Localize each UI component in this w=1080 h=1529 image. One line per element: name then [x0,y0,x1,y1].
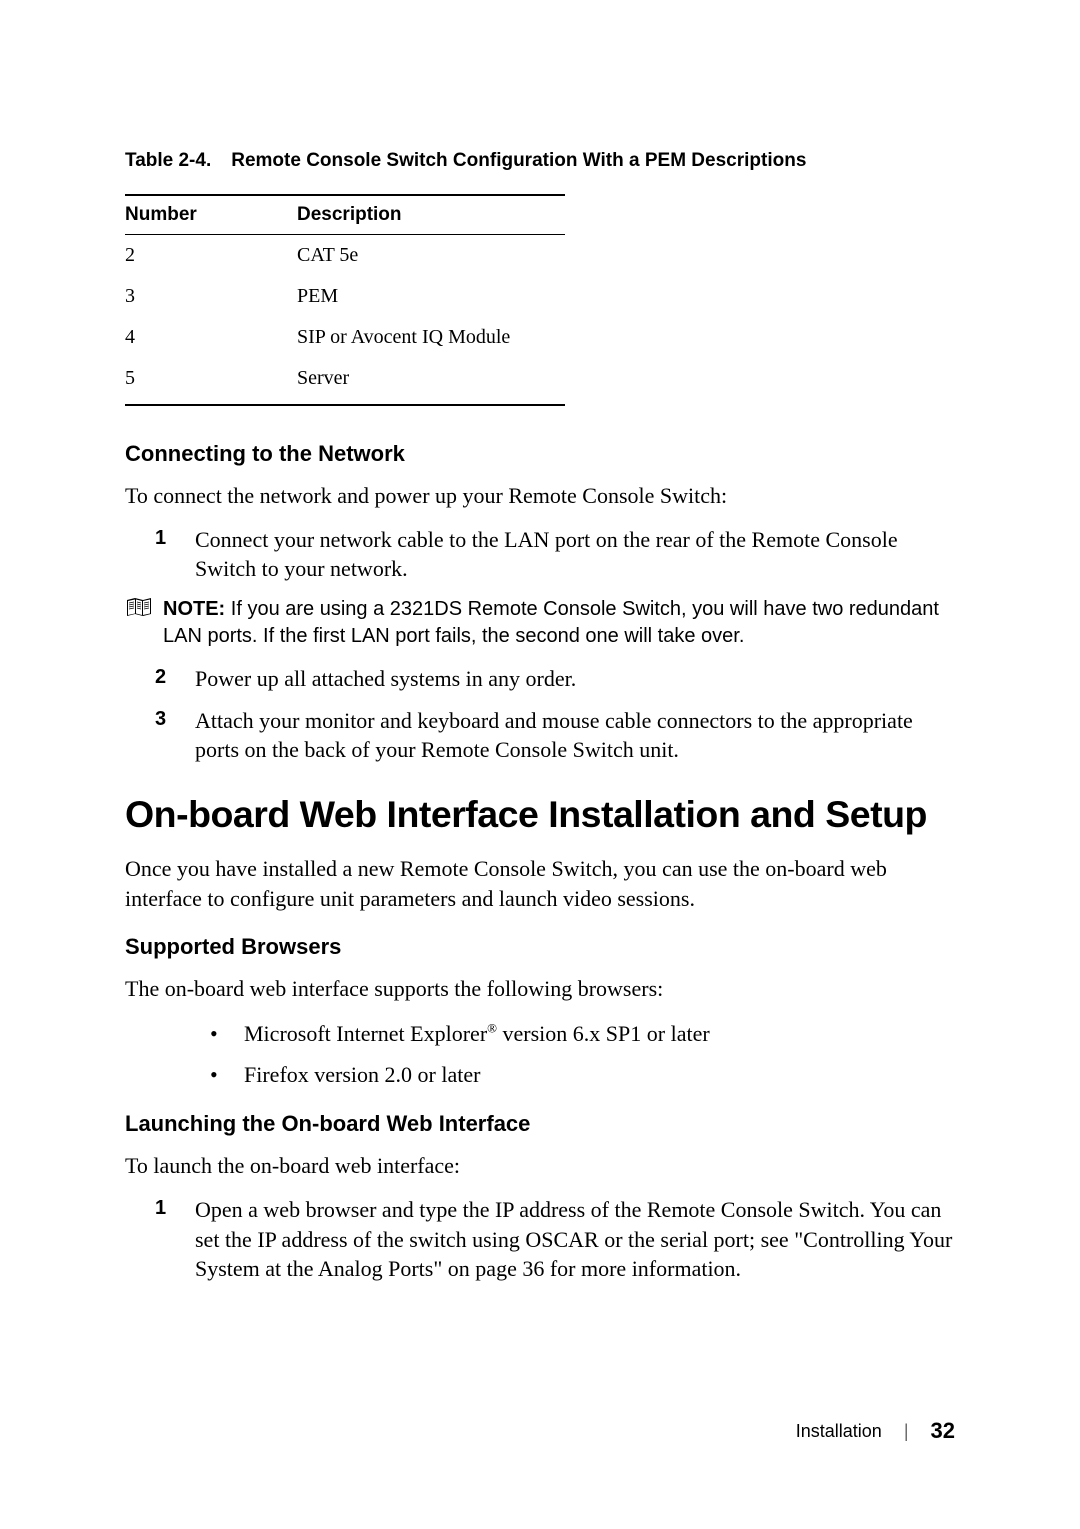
footer-divider: | [904,1421,909,1442]
heading-onboard-web-interface: On-board Web Interface Installation and … [125,793,955,836]
table-row: 5 Server [125,358,565,405]
page-content: Table 2-4. Remote Console Switch Configur… [0,0,1080,1356]
intro-supported-browsers: The on-board web interface supports the … [125,974,955,1004]
table-cell-number: 5 [125,358,297,405]
table-cell-description: SIP or Avocent IQ Module [297,317,565,358]
bullet-text: Firefox version 2.0 or later [244,1062,480,1087]
list-item: 2 Power up all attached systems in any o… [175,664,955,694]
table-header-description: Description [297,195,565,235]
table-row: 4 SIP or Avocent IQ Module [125,317,565,358]
intro-onboard-web-interface: Once you have installed a new Remote Con… [125,854,955,913]
browsers-list: Microsoft Internet Explorer® version 6.x… [210,1017,955,1091]
list-item: Microsoft Internet Explorer® version 6.x… [210,1017,955,1050]
list-item: Firefox version 2.0 or later [210,1058,955,1091]
table-row: 2 CAT 5e [125,235,565,277]
table-cell-description: Server [297,358,565,405]
table-caption: Table 2-4. Remote Console Switch Configur… [125,150,955,172]
table-cell-description: CAT 5e [297,235,565,277]
table-header-number: Number [125,195,297,235]
list-text: Connect your network cable to the LAN po… [195,527,898,582]
intro-launching-interface: To launch the on-board web interface: [125,1151,955,1181]
table-cell-number: 4 [125,317,297,358]
list-number: 1 [155,525,166,552]
list-item: 1 Open a web browser and type the IP add… [175,1195,955,1284]
table-cell-number: 2 [125,235,297,277]
note-body: If you are using a 2321DS Remote Console… [163,598,939,647]
connect-steps-list-cont: 2 Power up all attached systems in any o… [175,664,955,765]
table-number: Table 2-4. [125,150,211,172]
heading-connecting-network: Connecting to the Network [125,441,955,467]
list-item: 3 Attach your monitor and keyboard and m… [175,706,955,765]
list-number: 1 [155,1195,166,1222]
note-label: NOTE: [163,598,225,620]
list-number: 2 [155,664,166,691]
note-block: NOTE: If you are using a 2321DS Remote C… [125,596,955,650]
table-cell-number: 3 [125,276,297,317]
table-title: Remote Console Switch Configuration With… [231,150,806,171]
intro-connecting-network: To connect the network and power up your… [125,481,955,511]
footer-section: Installation [796,1421,882,1442]
bullet-text-pre: Microsoft Internet Explorer [244,1021,487,1046]
page-footer: Installation | 32 [796,1418,955,1444]
heading-launching-interface: Launching the On-board Web Interface [125,1111,955,1137]
table-cell-description: PEM [297,276,565,317]
table-row: 3 PEM [125,276,565,317]
note-icon [125,596,153,618]
footer-page-number: 32 [931,1418,955,1444]
registered-mark: ® [487,1021,497,1036]
launch-steps-list: 1 Open a web browser and type the IP add… [175,1195,955,1284]
connect-steps-list: 1 Connect your network cable to the LAN … [175,525,955,584]
list-number: 3 [155,706,166,733]
note-text: NOTE: If you are using a 2321DS Remote C… [153,596,955,650]
table-header-row: Number Description [125,195,565,235]
list-text: Open a web browser and type the IP addre… [195,1197,952,1281]
heading-supported-browsers: Supported Browsers [125,934,955,960]
list-text: Attach your monitor and keyboard and mou… [195,708,913,763]
list-text: Power up all attached systems in any ord… [195,666,576,691]
bullet-text-post: version 6.x SP1 or later [497,1021,710,1046]
pem-descriptions-table: Number Description 2 CAT 5e 3 PEM 4 SIP … [125,194,565,406]
list-item: 1 Connect your network cable to the LAN … [175,525,955,584]
